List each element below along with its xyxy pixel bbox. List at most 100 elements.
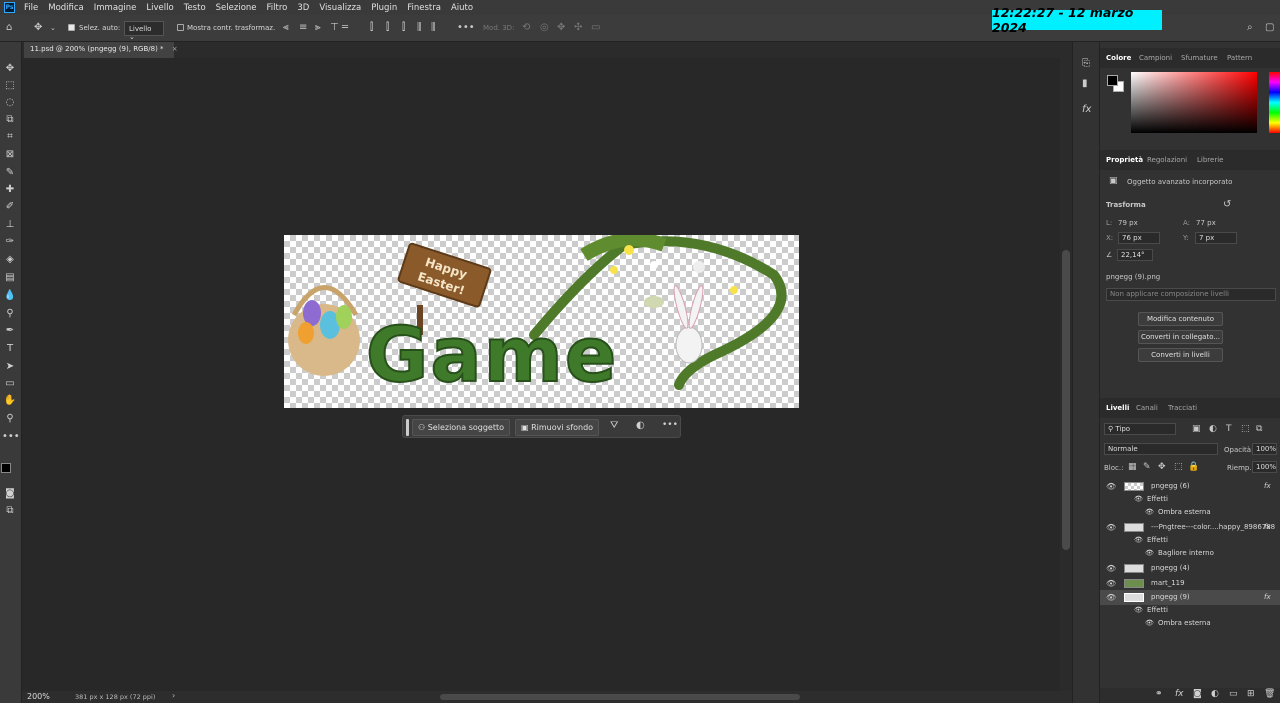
transform-icon[interactable]: ⛛ xyxy=(610,420,618,431)
lasso-tool-icon[interactable]: ◌ xyxy=(2,96,18,110)
lock-position-icon[interactable]: ✥ xyxy=(1158,462,1166,472)
menu-testo[interactable]: Testo xyxy=(179,3,211,13)
tab-pattern[interactable]: Pattern xyxy=(1227,54,1252,62)
zoom-level[interactable]: 200% xyxy=(27,692,50,701)
layer-row[interactable]: 👁 mart_119 xyxy=(1100,576,1280,591)
lock-all-icon[interactable]: 🔒 xyxy=(1188,462,1199,472)
transform-controls-checkbox[interactable] xyxy=(177,24,184,31)
add-mask-icon[interactable]: ◙ xyxy=(1193,689,1202,699)
fill-field[interactable]: 100% xyxy=(1252,461,1277,473)
home-icon[interactable]: ⌂ xyxy=(6,22,12,34)
hue-slider[interactable] xyxy=(1269,72,1280,133)
search-icon[interactable]: ⌕ xyxy=(1247,22,1253,34)
align-middle-icon[interactable]: ═ xyxy=(342,22,348,34)
more-options-icon[interactable]: ••• xyxy=(457,22,475,34)
auto-select-checkbox[interactable] xyxy=(68,24,75,31)
convert-to-layers-button[interactable]: Converti in livelli xyxy=(1138,348,1223,362)
document-image[interactable]: Happy Easter! Game xyxy=(284,235,799,408)
opacity-field[interactable]: 100% xyxy=(1252,443,1277,455)
dodge-tool-icon[interactable]: ⚲ xyxy=(2,307,18,321)
link-layers-icon[interactable]: ⚭ xyxy=(1155,689,1163,699)
pen-tool-icon[interactable]: ✒ xyxy=(2,324,18,338)
document-tab[interactable]: 11.psd @ 200% (pngegg (9), RGB/8) * × xyxy=(24,42,178,58)
adjustment-layer-icon[interactable]: ◐ xyxy=(1211,689,1219,699)
add-style-icon[interactable]: fx xyxy=(1175,689,1184,699)
pan-3d-icon[interactable]: ✥ xyxy=(557,22,565,34)
distribute-right-icon[interactable]: ⫼ xyxy=(431,22,436,34)
y-field[interactable]: 7 px xyxy=(1195,232,1237,244)
document-info[interactable]: 381 px x 128 px (72 ppi) xyxy=(75,693,155,701)
more-icon[interactable]: ••• xyxy=(662,420,678,430)
zoom-tool-icon[interactable]: ⚲ xyxy=(2,412,18,426)
path-select-icon[interactable]: ➤ xyxy=(2,360,18,374)
eye-icon[interactable]: 👁 xyxy=(1145,549,1154,557)
lock-transparent-icon[interactable]: ▦ xyxy=(1128,462,1137,472)
filter-smart-icon[interactable]: ⧉ xyxy=(1256,424,1262,434)
filter-type-icon[interactable]: T xyxy=(1226,424,1232,434)
eye-icon[interactable]: 👁 xyxy=(1106,523,1116,532)
align-top-icon[interactable]: ⊤ xyxy=(330,22,339,34)
menu-modifica[interactable]: Modifica xyxy=(43,3,89,13)
stamp-tool-icon[interactable]: ⊥ xyxy=(2,218,18,232)
styles-fx-icon[interactable]: fx xyxy=(1082,104,1091,115)
menu-selezione[interactable]: Selezione xyxy=(211,3,262,13)
eye-icon[interactable]: 👁 xyxy=(1106,593,1116,602)
filter-shape-icon[interactable]: ⬚ xyxy=(1241,424,1250,434)
menu-visualizza[interactable]: Visualizza xyxy=(314,3,366,13)
type-tool-icon[interactable]: T xyxy=(2,342,18,356)
orbit-3d-icon[interactable]: ⟲ xyxy=(522,22,530,34)
eye-icon[interactable]: 👁 xyxy=(1134,495,1143,503)
object-select-tool-icon[interactable]: ⧉ xyxy=(2,113,18,127)
effect-row[interactable]: 👁 Ombra esterna xyxy=(1100,616,1280,631)
chevron-down-icon[interactable]: ⌄ xyxy=(50,22,56,34)
distribute-middle-icon[interactable]: ⫿ xyxy=(386,22,389,34)
composition-dropdown[interactable]: Non applicare composizione livelli xyxy=(1106,288,1276,301)
quick-mask-icon[interactable]: ◙ xyxy=(2,487,18,501)
trash-icon[interactable]: 🗑 xyxy=(1264,689,1275,699)
effect-row[interactable]: 👁 Bagliore interno xyxy=(1100,546,1280,561)
slide-3d-icon[interactable]: ✣ xyxy=(574,22,582,34)
shape-tool-icon[interactable]: ▭ xyxy=(2,377,18,391)
tab-regolazioni[interactable]: Regolazioni xyxy=(1147,156,1187,164)
new-group-icon[interactable]: ▭ xyxy=(1229,689,1238,699)
align-center-icon[interactable]: ≡ xyxy=(299,22,307,34)
lock-pixels-icon[interactable]: ✎ xyxy=(1143,462,1151,472)
eye-icon[interactable]: 👁 xyxy=(1145,508,1154,516)
effect-row[interactable]: 👁 Ombra esterna xyxy=(1100,505,1280,520)
height-value[interactable]: 77 px xyxy=(1196,219,1216,227)
scale-3d-icon[interactable]: ▭ xyxy=(591,22,600,34)
lock-artboard-icon[interactable]: ⬚ xyxy=(1174,462,1183,472)
eye-icon[interactable]: 👁 xyxy=(1134,536,1143,544)
foreground-color-swatch[interactable] xyxy=(1,463,11,473)
tab-campioni[interactable]: Campioni xyxy=(1139,54,1172,62)
eye-icon[interactable]: 👁 xyxy=(1106,579,1116,588)
tab-livelli[interactable]: Livelli xyxy=(1106,404,1129,412)
move-tool-icon[interactable]: ✥ xyxy=(34,22,42,34)
roll-3d-icon[interactable]: ◎ xyxy=(540,22,549,34)
eyedropper-tool-icon[interactable]: ✎ xyxy=(2,166,18,180)
distribute-top-icon[interactable]: ⫿ xyxy=(370,22,373,34)
brush-tool-icon[interactable]: ✐ xyxy=(2,200,18,214)
remove-background-button[interactable]: ▣ Rimuovi sfondo xyxy=(515,419,600,436)
gradient-tool-icon[interactable]: ▤ xyxy=(2,271,18,285)
marquee-tool-icon[interactable]: ⬚ xyxy=(2,79,18,93)
history-brush-icon[interactable]: ✑ xyxy=(2,235,18,249)
foreground-color[interactable] xyxy=(1107,75,1118,86)
history-icon[interactable]: ⎘ xyxy=(1082,58,1090,69)
vertical-scroll-thumb[interactable] xyxy=(1062,250,1070,550)
menu-plugin[interactable]: Plugin xyxy=(366,3,402,13)
distribute-bottom-icon[interactable]: ⫿ xyxy=(402,22,405,34)
tab-colore[interactable]: Colore xyxy=(1106,54,1131,62)
auto-select-dropdown[interactable]: Livello ⌄ xyxy=(124,21,164,41)
tab-tracciati[interactable]: Tracciati xyxy=(1168,404,1197,412)
reset-transform-icon[interactable]: ↺ xyxy=(1223,199,1231,210)
width-value[interactable]: 79 px xyxy=(1118,219,1138,227)
frame-tool-icon[interactable]: ⊠ xyxy=(2,148,18,162)
layer-row[interactable]: 👁 pngegg (4) xyxy=(1100,561,1280,576)
move-tool-icon[interactable]: ✥ xyxy=(2,62,18,76)
hand-tool-icon[interactable]: ✋ xyxy=(2,394,18,408)
menu-aiuto[interactable]: Aiuto xyxy=(446,3,478,13)
edit-contents-button[interactable]: Modifica contenuto xyxy=(1138,312,1223,326)
horizontal-scroll-thumb[interactable] xyxy=(440,694,800,700)
x-field[interactable]: 76 px xyxy=(1118,232,1160,244)
